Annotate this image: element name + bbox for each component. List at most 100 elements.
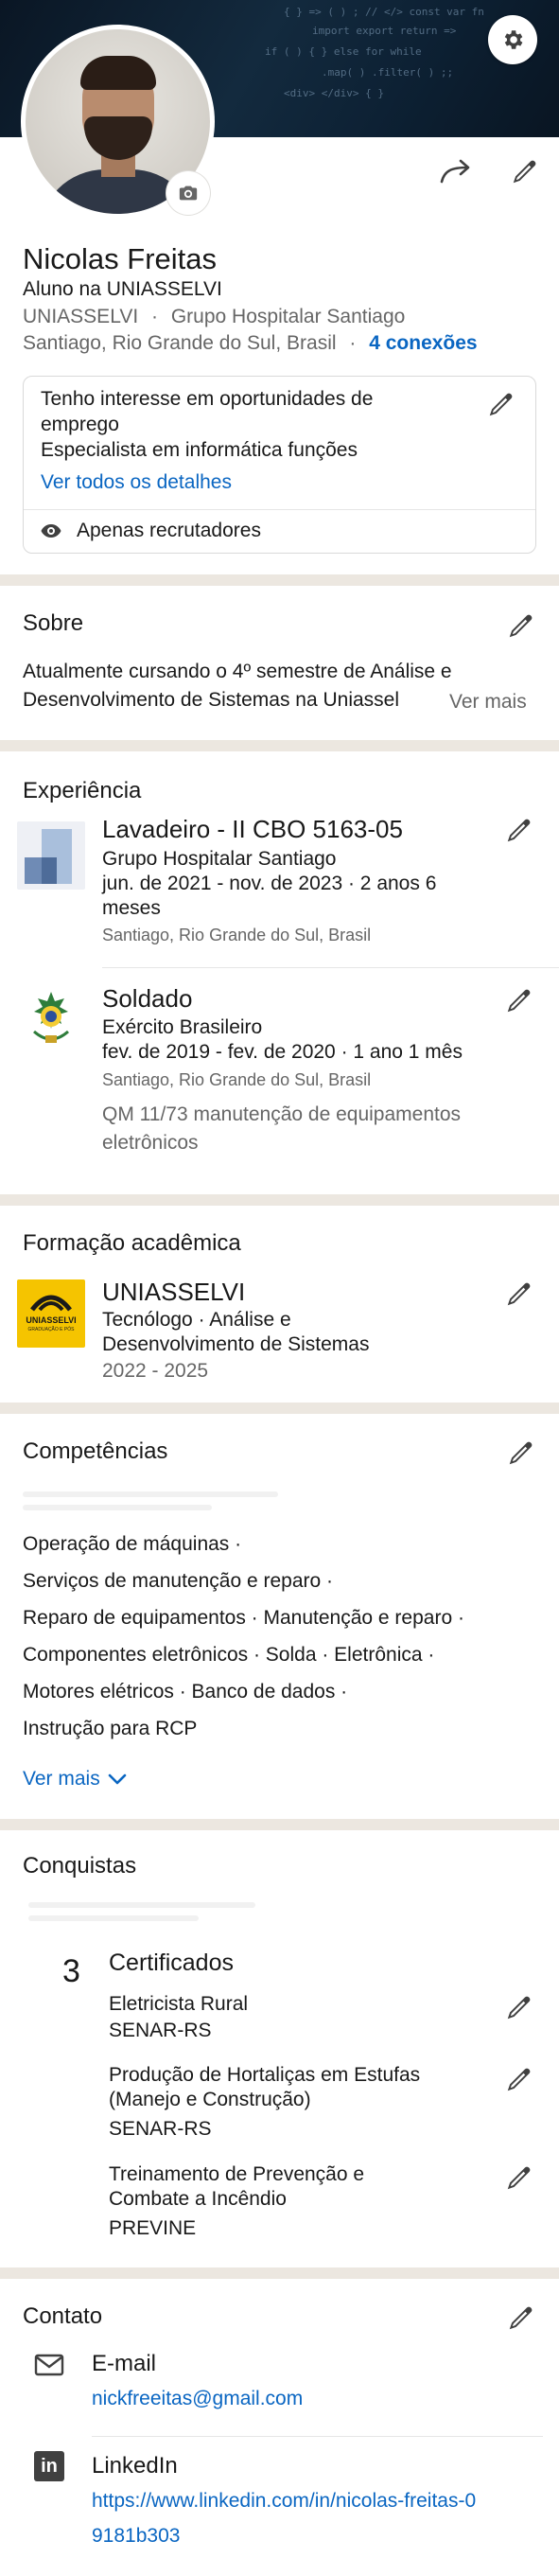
certificate-issuer: PREVINE [109,2217,197,2239]
banner-code-decoration: { } => ( ) ; // </> const var fn [284,6,484,18]
education-years: 2022 - 2025 [102,1360,209,1382]
profile-location: Santiago, Rio Grande do Sul, Brasil [23,332,337,354]
skills-line: Reparo de equipamentos · Manutenção e re… [23,1607,464,1629]
certificate-name: Eletricista Rural [109,1993,249,2015]
contact-section-title: Contato [23,2303,103,2329]
edit-experience-button[interactable] [498,980,539,1022]
divider [24,509,535,510]
skills-line: Instrução para RCP [23,1718,198,1739]
skills-section-title: Competências [23,1438,168,1464]
mail-icon [32,2351,66,2379]
certificate-name: Produção de Hortaliças em Estufas [109,2064,421,2086]
skills-see-more-label: Ver mais [23,1768,100,1790]
skills-line: Componentes eletrônicos · Solda · Eletrô… [23,1644,435,1666]
edit-experience-button[interactable] [498,810,539,852]
profile-headline: Aluno na UNIASSELVI [23,278,222,300]
edit-certificate-button[interactable] [498,1987,539,2029]
settings-button[interactable] [488,15,537,64]
faded-placeholder [23,1505,212,1510]
edit-open-to-work-button[interactable] [481,386,519,424]
profile-companies: UNIASSELVI · Grupo Hospitalar Santiago [23,306,405,328]
certificate-name: Combate a Incêndio [109,2188,287,2210]
separator-dot: · [349,332,357,354]
school-logo-text: UNIASSELVI [26,1315,77,1325]
open-to-work-title-line: emprego [41,414,119,435]
edit-skills-button[interactable] [499,1433,541,1474]
pencil-icon [513,160,536,184]
see-all-details-link[interactable]: Ver todos os detalhes [41,471,232,494]
email-label: E-mail [92,2351,157,2376]
skills-line: Operação de máquinas · [23,1533,242,1555]
banner-code-decoration: <div> </div> { } [284,87,384,99]
experience-location: Santiago, Rio Grande do Sul, Brasil [102,1070,372,1089]
degree: Tecnólogo · Análise e [102,1309,291,1331]
faded-placeholder [28,1915,199,1921]
share-arrow-icon [440,159,470,184]
experience-section-title: Experiência [23,778,142,803]
school-logo-uniasselvi: UNIASSELVI GRADUAÇÃO E PÓS [17,1279,85,1348]
section-separator [0,2267,559,2279]
pencil-icon [507,1996,531,2020]
experience-description: eletrônicos [102,1132,199,1154]
edit-intro-button[interactable] [503,151,545,193]
pencil-icon [507,1282,531,1306]
experience-company: Grupo Hospitalar Santiago [102,848,337,870]
connections-link[interactable]: 4 conexões [369,332,477,354]
visibility-label: Apenas recrutadores [77,520,261,541]
certificates-count: 3 [62,1953,80,1989]
edit-certificate-button[interactable] [498,2059,539,2101]
experience-role: Lavadeiro - II CBO 5163-05 [102,815,403,843]
experience-description: QM 11/73 manutenção de equipamentos [102,1103,462,1125]
change-photo-button[interactable] [166,171,210,215]
about-see-more-link[interactable]: Ver mais [449,691,527,714]
pencil-icon [509,2306,533,2330]
edit-about-button[interactable] [499,606,541,647]
linkedin-url[interactable]: https://www.linkedin.com/in/nicolas-frei… [92,2490,476,2513]
experience-role: Soldado [102,984,193,1013]
banner-code-decoration: import export return => [312,25,457,37]
divider [92,2436,543,2437]
email-link[interactable]: nickfreeitas@gmail.com [92,2388,303,2410]
skills-see-more-link[interactable]: Ver mais [23,1768,127,1791]
share-profile-button[interactable] [435,153,477,191]
profile-company: UNIASSELVI [23,306,139,327]
linkedin-icon: in [34,2451,64,2481]
accomplishments-section-title: Conquistas [23,1853,137,1879]
open-to-work-role: Especialista em informática funções [41,439,358,461]
edit-certificate-button[interactable] [498,2158,539,2199]
linkedin-url[interactable]: 9181b303 [92,2525,180,2548]
about-section-title: Sobre [23,610,84,636]
company-logo-exercito [17,984,85,1052]
experience-location: Santiago, Rio Grande do Sul, Brasil [102,926,372,944]
experience-dates: jun. de 2021 - nov. de 2023 · 2 anos 6 [102,873,437,894]
certificate-issuer: SENAR-RS [109,2118,212,2140]
pencil-icon [507,989,531,1013]
certificate-issuer: SENAR-RS [109,2020,212,2041]
edit-education-button[interactable] [498,1274,539,1315]
open-to-work-title-line: Tenho interesse em oportunidades de [41,388,374,410]
open-to-work-title: Tenho interesse em oportunidades de empr… [41,386,373,437]
edit-contact-button[interactable] [499,2298,541,2339]
pencil-icon [507,2166,531,2190]
experience-dates: meses [102,897,161,919]
certificate-name: Treinamento de Prevenção e [109,2163,365,2185]
divider [102,967,559,968]
faded-placeholder [23,1491,278,1497]
profile-company-2: Grupo Hospitalar Santiago [170,306,406,327]
about-text-line: Desenvolvimento de Sistemas na Uniassel [23,689,400,711]
section-separator [0,574,559,586]
profile-name: Nicolas Freitas [23,242,217,275]
section-separator [0,740,559,751]
certificate-name: (Manejo e Construção) [109,2089,311,2110]
open-to-work-card[interactable]: Tenho interesse em oportunidades de empr… [23,376,536,554]
section-separator [0,1194,559,1206]
eye-icon [37,517,65,545]
separator-dot: · [151,306,158,327]
pencil-icon [509,1441,533,1465]
chevron-down-icon [108,1773,127,1785]
banner-code-decoration: if ( ) { } else for while [265,45,422,58]
pencil-icon [507,819,531,842]
profile-location-row: Santiago, Rio Grande do Sul, Brasil · 4 … [23,332,478,355]
about-text-line: Atualmente cursando o 4º semestre de Aná… [23,661,452,682]
faded-placeholder [28,1902,255,1908]
